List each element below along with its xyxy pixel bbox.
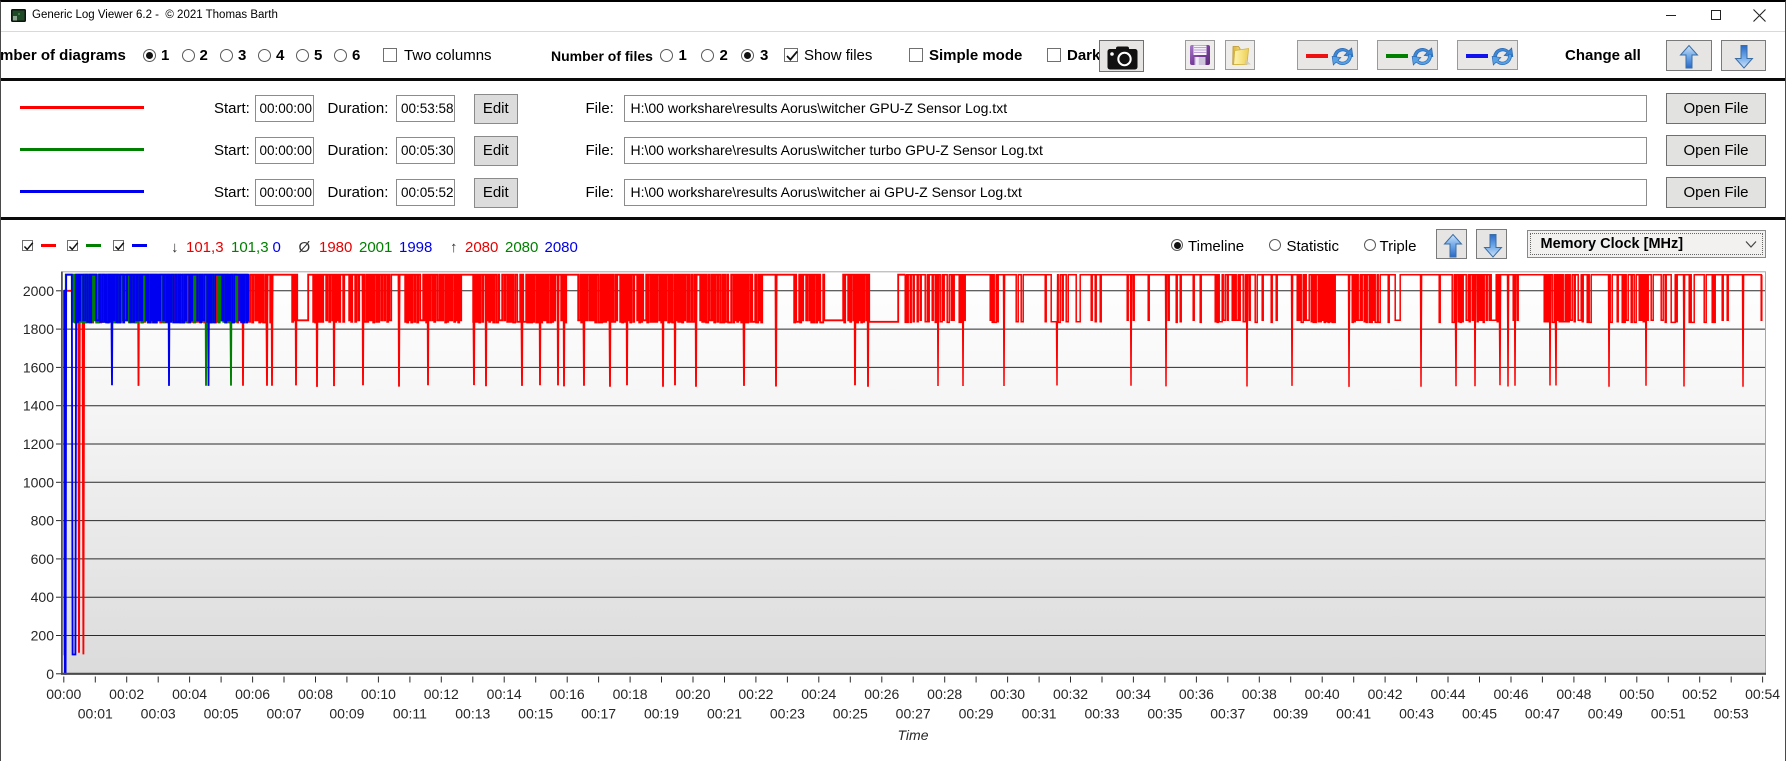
svg-text:00:54: 00:54	[1745, 686, 1780, 702]
svg-text:00:48: 00:48	[1556, 686, 1591, 702]
svg-text:00:10: 00:10	[361, 686, 396, 702]
svg-text:1000: 1000	[23, 474, 54, 490]
svg-text:00:36: 00:36	[1179, 686, 1214, 702]
svg-text:00:21: 00:21	[707, 706, 742, 722]
svg-text:00:38: 00:38	[1242, 686, 1277, 702]
svg-text:00:50: 00:50	[1619, 686, 1654, 702]
svg-text:00:17: 00:17	[581, 706, 616, 722]
svg-text:00:06: 00:06	[235, 686, 270, 702]
svg-text:00:40: 00:40	[1305, 686, 1340, 702]
svg-text:400: 400	[31, 589, 55, 605]
svg-text:00:33: 00:33	[1084, 706, 1119, 722]
svg-text:800: 800	[31, 513, 55, 529]
svg-text:200: 200	[31, 628, 55, 644]
svg-text:1800: 1800	[23, 321, 54, 337]
svg-text:00:37: 00:37	[1210, 706, 1245, 722]
svg-text:00:49: 00:49	[1588, 706, 1623, 722]
svg-text:00:09: 00:09	[329, 706, 364, 722]
svg-text:00:47: 00:47	[1525, 706, 1560, 722]
svg-text:00:26: 00:26	[864, 686, 899, 702]
svg-text:00:29: 00:29	[959, 706, 994, 722]
svg-text:00:39: 00:39	[1273, 706, 1308, 722]
svg-text:00:01: 00:01	[78, 706, 113, 722]
svg-text:600: 600	[31, 551, 55, 567]
svg-text:00:41: 00:41	[1336, 706, 1371, 722]
svg-text:00:12: 00:12	[424, 686, 459, 702]
svg-text:00:28: 00:28	[927, 686, 962, 702]
svg-text:00:15: 00:15	[518, 706, 553, 722]
svg-text:00:07: 00:07	[266, 706, 301, 722]
svg-text:00:02: 00:02	[109, 686, 144, 702]
svg-text:00:16: 00:16	[550, 686, 585, 702]
svg-text:00:14: 00:14	[487, 686, 522, 702]
svg-text:00:44: 00:44	[1430, 686, 1465, 702]
svg-text:00:23: 00:23	[770, 706, 805, 722]
svg-text:00:45: 00:45	[1462, 706, 1497, 722]
svg-text:00:00: 00:00	[46, 686, 81, 702]
svg-text:1200: 1200	[23, 436, 54, 452]
svg-text:00:03: 00:03	[141, 706, 176, 722]
svg-text:00:32: 00:32	[1053, 686, 1088, 702]
svg-text:0: 0	[46, 666, 54, 682]
svg-text:00:25: 00:25	[833, 706, 868, 722]
svg-text:00:05: 00:05	[204, 706, 239, 722]
svg-text:00:24: 00:24	[801, 686, 836, 702]
svg-text:00:30: 00:30	[990, 686, 1025, 702]
svg-text:00:52: 00:52	[1682, 686, 1717, 702]
svg-text:00:13: 00:13	[455, 706, 490, 722]
svg-text:00:51: 00:51	[1651, 706, 1686, 722]
svg-text:1600: 1600	[23, 359, 54, 375]
svg-text:00:11: 00:11	[393, 706, 427, 722]
svg-text:00:35: 00:35	[1147, 706, 1182, 722]
svg-text:00:19: 00:19	[644, 706, 679, 722]
svg-text:00:08: 00:08	[298, 686, 333, 702]
svg-text:Time: Time	[898, 727, 929, 743]
svg-text:00:53: 00:53	[1714, 706, 1749, 722]
svg-text:00:18: 00:18	[613, 686, 648, 702]
svg-text:00:31: 00:31	[1022, 706, 1057, 722]
svg-text:00:04: 00:04	[172, 686, 207, 702]
svg-text:00:20: 00:20	[675, 686, 710, 702]
svg-text:1400: 1400	[23, 398, 54, 414]
svg-text:00:22: 00:22	[738, 686, 773, 702]
svg-text:2000: 2000	[23, 283, 54, 299]
svg-text:00:27: 00:27	[896, 706, 931, 722]
svg-text:00:42: 00:42	[1368, 686, 1403, 702]
svg-text:00:46: 00:46	[1493, 686, 1528, 702]
svg-text:00:34: 00:34	[1116, 686, 1151, 702]
svg-text:00:43: 00:43	[1399, 706, 1434, 722]
